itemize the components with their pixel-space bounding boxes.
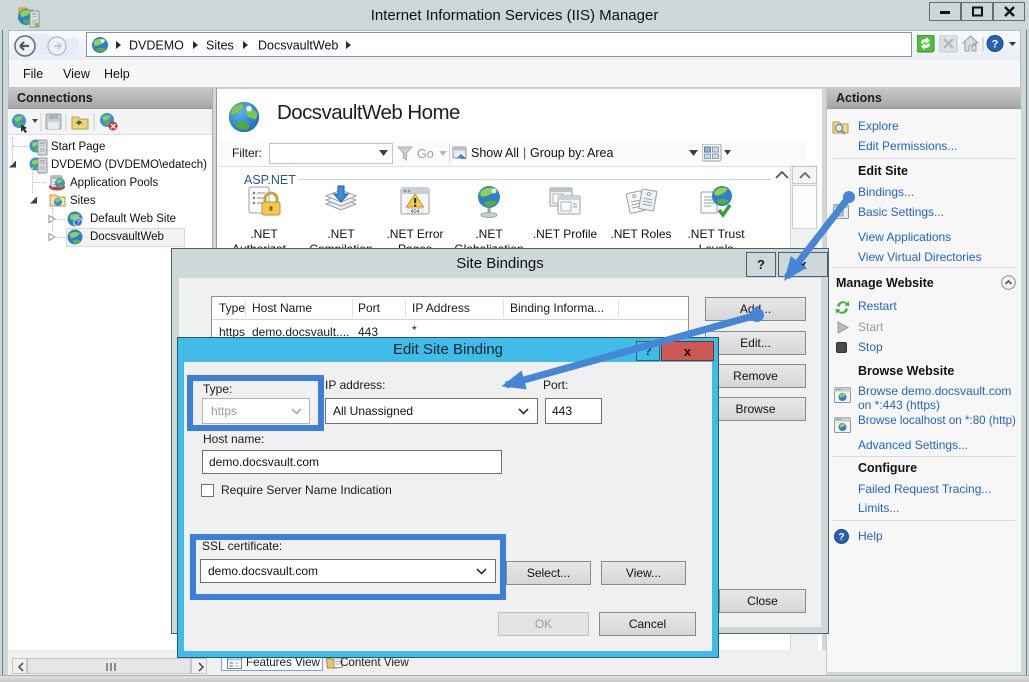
svg-text:?: ? — [76, 220, 80, 227]
svg-text:?: ? — [838, 532, 844, 543]
svg-text:Go: Go — [417, 147, 434, 161]
svg-text:DVDEMO: DVDEMO — [129, 39, 184, 53]
svg-text:Sites: Sites — [206, 39, 234, 53]
svg-text:404: 404 — [411, 209, 420, 215]
svg-text:?: ? — [992, 39, 999, 51]
svg-text:DocsvaultWeb: DocsvaultWeb — [258, 39, 338, 53]
